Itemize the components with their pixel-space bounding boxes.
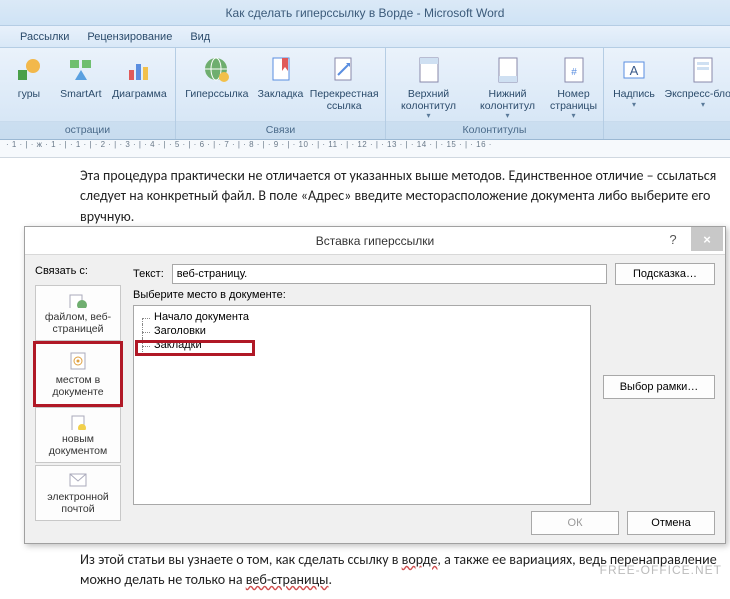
location-tree[interactable]: Начало документа Заголовки Закладки [133, 305, 591, 505]
pagenum-icon: # [558, 54, 590, 86]
crossref-button[interactable]: Перекрестная ссылка [309, 52, 379, 112]
ribbon: гуры SmartArt Диаграмма острации [0, 48, 730, 140]
tree-item-doc-start[interactable]: Начало документа [136, 310, 590, 324]
insert-hyperlink-dialog: Вставка гиперссылки ? × Связать с: файло… [24, 226, 726, 544]
footer-icon [492, 54, 524, 86]
screen-tip-button[interactable]: Подсказка… [615, 263, 715, 285]
chart-icon [123, 54, 155, 86]
linkto-new-doc[interactable]: новым документом [35, 407, 121, 463]
header-icon [413, 54, 445, 86]
footer-button[interactable]: Нижний колонтитул [471, 52, 544, 121]
tab-mailings[interactable]: Рассылки [20, 31, 69, 43]
group-illustrations-label: острации [0, 121, 175, 139]
window-title: Как сделать гиперссылку в Ворде - Micros… [0, 0, 730, 26]
hyperlink-button[interactable]: Гиперссылка [182, 52, 252, 101]
group-links-label: Связи [176, 121, 385, 139]
doc-paragraph: Эта процедура практически не отличается … [80, 167, 716, 225]
textbox-icon: A [618, 54, 650, 86]
smartart-button[interactable]: SmartArt [58, 52, 104, 101]
watermark: FREE-OFFICE.NET [600, 563, 722, 577]
bookmark-button[interactable]: Закладка [258, 52, 304, 101]
svg-text:#: # [571, 67, 577, 78]
pick-location-label: Выберите место в документе: [133, 289, 286, 301]
quickparts-icon [687, 54, 719, 86]
tab-view[interactable]: Вид [190, 31, 210, 43]
ok-button: ОК [531, 511, 619, 535]
group-text-label [604, 121, 730, 139]
help-button[interactable]: ? [657, 227, 689, 251]
globe-page-icon [68, 292, 88, 308]
linkto-label: Связать с: [35, 265, 88, 277]
text-to-display-input[interactable] [172, 264, 607, 284]
horizontal-ruler[interactable]: · 1 · | · ж · 1 · | · 1 · | · 2 · | · 3 … [0, 140, 730, 158]
linkto-place-in-doc[interactable]: местом в документе [35, 343, 121, 405]
bookmark-icon [265, 54, 297, 86]
dialog-title: Вставка гиперссылки [316, 234, 434, 248]
dialog-titlebar[interactable]: Вставка гиперссылки ? × [25, 227, 725, 255]
pagenum-button[interactable]: # Номер страницы [550, 52, 597, 121]
tree-item-headings[interactable]: Заголовки [136, 324, 590, 338]
document-body[interactable]: Эта процедура практически не отличается … [0, 158, 730, 235]
doc-target-icon [68, 351, 88, 371]
svg-text:A: A [630, 63, 639, 78]
cancel-button[interactable]: Отмена [627, 511, 715, 535]
linkto-file-web[interactable]: файлом, веб- страницей [35, 285, 121, 341]
textbox-button[interactable]: A Надпись [610, 52, 658, 109]
chart-button[interactable]: Диаграмма [110, 52, 169, 101]
quickparts-button[interactable]: Экспресс-блоки [664, 52, 730, 109]
target-frame-button[interactable]: Выбор рамки… [603, 375, 715, 399]
text-to-display-label: Текст: [133, 268, 164, 280]
mail-icon [68, 472, 88, 488]
group-headers-label: Колонтитулы [386, 121, 603, 139]
ribbon-tabs: Рассылки Рецензирование Вид [0, 26, 730, 48]
globe-link-icon [201, 54, 233, 86]
shapes-icon [13, 54, 45, 86]
close-button[interactable]: × [691, 227, 723, 251]
smartart-icon [65, 54, 97, 86]
tab-review[interactable]: Рецензирование [87, 31, 172, 43]
new-doc-icon [68, 414, 88, 430]
crossref-icon [328, 54, 360, 86]
linkto-email[interactable]: электронной почтой [35, 465, 121, 521]
shapes-button[interactable]: гуры [6, 52, 52, 101]
header-button[interactable]: Верхний колонтитул [392, 52, 465, 121]
tree-item-bookmarks[interactable]: Закладки [136, 338, 590, 352]
